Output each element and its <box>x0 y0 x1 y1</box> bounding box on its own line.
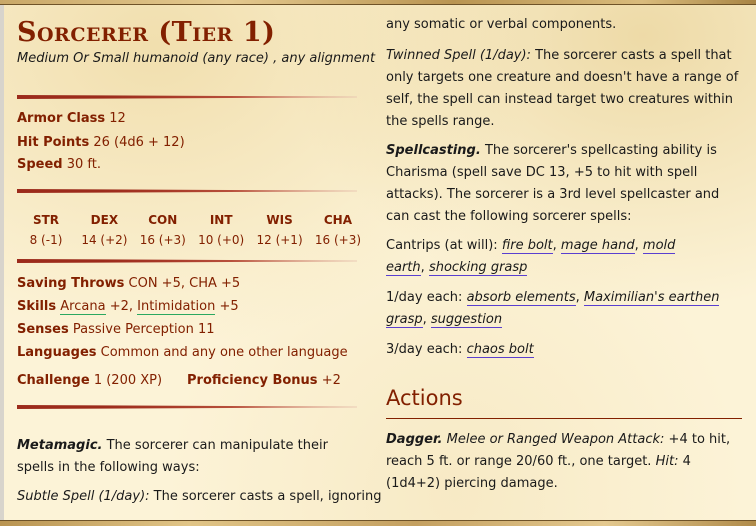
trait-name: Spellcasting. <box>386 143 481 158</box>
trait-spellcasting: Spellcasting. The sorcerer's spellcastin… <box>386 140 744 228</box>
armor-class-value: 12 <box>109 111 126 126</box>
separator: , <box>552 238 557 253</box>
option-name: Subtle Spell (1/day): <box>17 489 150 504</box>
hit-points-label: Hit Points <box>17 135 90 150</box>
spell-link-suggestion[interactable]: suggestion <box>430 312 503 328</box>
ability-name: INT <box>209 213 233 227</box>
ability-value: 8 (-1) <box>29 233 63 247</box>
hit-points: Hit Points 26 (4d6 + 12) <box>17 135 185 150</box>
section-divider <box>17 259 357 263</box>
ability-wis: WIS 12 (+1) <box>251 210 309 250</box>
ability-value: 16 (+3) <box>314 233 362 247</box>
spell-list-label: Cantrips (at will): <box>386 238 498 253</box>
parchment-border-bottom <box>0 520 756 526</box>
ability-str: STR 8 (-1) <box>17 210 75 250</box>
actions-divider <box>386 418 742 419</box>
languages-label: Languages <box>17 345 97 360</box>
ability-value: 12 (+1) <box>256 233 303 247</box>
separator: , <box>422 312 427 327</box>
saving-throws-label: Saving Throws <box>17 276 125 291</box>
spell-link-shocking-grasp[interactable]: shocking grasp <box>428 260 528 276</box>
ability-value: 16 (+3) <box>139 233 186 247</box>
spell-list-cantrips: Cantrips (at will): fire bolt, mage hand… <box>386 235 716 279</box>
actions-heading: Actions <box>386 386 463 410</box>
ability-name: DEX <box>90 213 119 227</box>
monster-name: Sorcerer (Tier 1) <box>17 17 276 48</box>
speed: Speed 30 ft. <box>17 157 101 172</box>
ability-value: 10 (+0) <box>198 233 245 247</box>
skill-bonus: +5 <box>219 299 239 314</box>
ability-con: CON 16 (+3) <box>134 210 192 250</box>
ability-name: WIS <box>266 213 293 227</box>
speed-value: 30 ft. <box>66 157 102 172</box>
ability-dex: DEX 14 (+2) <box>75 210 133 250</box>
skills: Skills Arcana +2, Intimidation +5 <box>17 299 239 315</box>
speed-label: Speed <box>17 157 63 172</box>
spell-list-label: 3/day each: <box>386 342 463 357</box>
languages-value: Common and any one other language <box>100 345 348 360</box>
senses: Senses Passive Perception 11 <box>17 322 215 337</box>
action-name: Dagger. <box>386 432 443 447</box>
spell-list-label: 1/day each: <box>386 290 463 305</box>
ability-name: CHA <box>323 213 353 227</box>
option-name: Twinned Spell (1/day): <box>386 48 531 63</box>
senses-value: Passive Perception 11 <box>72 322 215 337</box>
trait-metamagic: Metamagic. The sorcerer can manipulate t… <box>17 435 365 479</box>
section-divider <box>17 405 357 409</box>
action-dagger: Dagger. Melee or Ranged Weapon Attack: +… <box>386 429 746 495</box>
stat-block: Sorcerer (Tier 1) Medium Or Small humano… <box>4 5 756 521</box>
separator: , <box>420 260 425 275</box>
armor-class: Armor Class 12 <box>17 111 126 126</box>
separator: , <box>575 290 580 305</box>
section-divider <box>17 189 357 193</box>
metamagic-subtle-spell: Subtle Spell (1/day): The sorcerer casts… <box>17 486 381 508</box>
saving-throws-value: CON +5, CHA +5 <box>128 276 241 291</box>
section-divider <box>17 95 357 99</box>
hit-points-value: 26 (4d6 + 12) <box>93 135 185 150</box>
ability-cha: CHA 16 (+3) <box>309 210 367 250</box>
challenge-label: Challenge <box>17 373 90 388</box>
spell-list-3-day: 3/day each: chaos bolt <box>386 339 744 361</box>
attack-type: Melee or Ranged Weapon Attack: <box>446 432 665 447</box>
languages: Languages Common and any one other langu… <box>17 345 348 360</box>
ability-int: INT 10 (+0) <box>192 210 250 250</box>
trait-name: Metamagic. <box>17 438 103 453</box>
ability-scores: STR 8 (-1) DEX 14 (+2) CON 16 (+3) INT 1… <box>17 210 367 250</box>
separator: , <box>634 238 639 253</box>
ability-value: 14 (+2) <box>81 233 128 247</box>
challenge: Challenge 1 (200 XP) <box>17 373 162 388</box>
proficiency-bonus: Proficiency Bonus +2 <box>187 373 341 388</box>
skill-bonus: +2 <box>109 299 129 314</box>
option-text: any somatic or verbal components. <box>386 17 617 32</box>
spell-list-1-day: 1/day each: absorb elements, Maximilian'… <box>386 287 746 331</box>
separator: , <box>128 299 133 314</box>
spell-link-mage-hand[interactable]: mage hand <box>560 238 635 254</box>
saving-throws: Saving Throws CON +5, CHA +5 <box>17 276 240 291</box>
ability-name: CON <box>148 213 178 227</box>
option-text: The sorcerer casts a spell, ignoring <box>153 489 382 504</box>
subtle-spell-continued: any somatic or verbal components. <box>386 14 744 36</box>
hit-label: Hit: <box>655 454 679 469</box>
spell-link-fire-bolt[interactable]: fire bolt <box>501 238 553 254</box>
spell-link-chaos-bolt[interactable]: chaos bolt <box>466 342 534 358</box>
proficiency-label: Proficiency Bonus <box>187 373 318 388</box>
challenge-value: 1 (200 XP) <box>93 373 163 388</box>
armor-class-label: Armor Class <box>17 111 106 126</box>
skill-link-intimidation[interactable]: Intimidation <box>137 299 216 315</box>
ability-name: STR <box>32 213 60 227</box>
monster-meta: Medium Or Small humanoid (any race) , an… <box>17 51 376 66</box>
skills-label: Skills <box>17 299 57 314</box>
spell-link-absorb-elements[interactable]: absorb elements <box>466 290 576 306</box>
metamagic-twinned-spell: Twinned Spell (1/day): The sorcerer cast… <box>386 45 746 133</box>
senses-label: Senses <box>17 322 69 337</box>
skill-link-arcana[interactable]: Arcana <box>60 299 106 315</box>
proficiency-value: +2 <box>321 373 341 388</box>
